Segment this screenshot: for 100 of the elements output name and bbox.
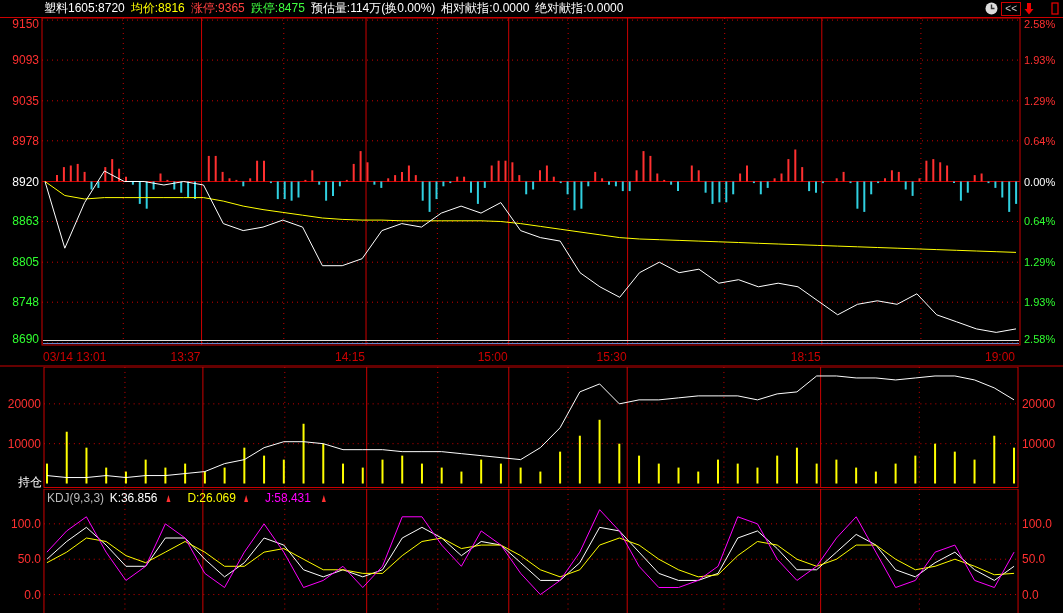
volume-bar — [440, 467, 443, 484]
volume-bar — [736, 463, 739, 484]
volume-axis-label: 10000 — [1022, 436, 1056, 451]
volume-bar — [835, 459, 838, 484]
kdj-axis-label: 100.0 — [1022, 516, 1052, 531]
indicator-value: K:36.856 — [109, 490, 158, 505]
quote-field: 预估量:114万(换0.00%) — [310, 0, 436, 17]
volume-bar — [618, 443, 621, 484]
volume-bar — [361, 467, 364, 484]
quote-field: 涨停:9365 — [190, 0, 245, 17]
volume-bar — [460, 471, 463, 484]
volume-bar — [243, 447, 246, 484]
holding-label: 持仓 — [18, 474, 43, 489]
indicator-value: J:58.431 — [265, 490, 311, 505]
volume-axis-label: 20000 — [1022, 396, 1056, 411]
volume-bar — [578, 435, 581, 484]
percent-axis-label: 0.64% — [1024, 215, 1056, 228]
price-axis-label: 8748 — [12, 295, 39, 310]
volume-bar — [420, 463, 423, 484]
percent-axis-label: 1.93% — [1024, 296, 1056, 309]
time-label: 19:00 — [984, 350, 1015, 364]
volume-bar — [756, 467, 759, 484]
volume-bar — [223, 467, 226, 484]
volume-bar — [480, 459, 483, 484]
volume-bar — [815, 463, 818, 484]
volume-bar — [184, 463, 187, 484]
time-label: 15:00 — [477, 350, 508, 364]
kdj-axis-label: 50.0 — [1022, 551, 1046, 566]
indicator-value: D:26.069 — [187, 490, 236, 505]
volume-bar — [559, 451, 562, 484]
volume-bar — [85, 447, 88, 484]
volume-bar — [598, 419, 601, 484]
time-label: 14:15 — [335, 350, 365, 364]
price-axis-label: 9150 — [12, 18, 39, 32]
quote-field: 相对献指:0.0000 — [441, 0, 530, 17]
volume-bar — [539, 471, 542, 484]
quote-field: 跌停:8475 — [250, 0, 305, 17]
volume-bar — [776, 455, 779, 484]
panel-toggle-icon[interactable] — [1051, 2, 1059, 15]
kdj-axis-label: 0.0 — [1022, 587, 1039, 602]
volume-bar — [519, 467, 522, 484]
volume-bar — [401, 455, 404, 484]
quote-field: 均价:8816 — [130, 0, 185, 17]
percent-axis-label: 1.93% — [1024, 54, 1056, 67]
volume-axis-label: 10000 — [7, 436, 41, 451]
quote-field: 绝对献指:0.0000 — [535, 0, 624, 17]
price-axis-label: 8805 — [12, 255, 39, 270]
volume-bar — [322, 443, 325, 484]
volume-bar — [499, 463, 502, 484]
percent-axis-label: 2.58% — [1024, 18, 1056, 31]
percent-axis-label: 0.64% — [1024, 134, 1056, 147]
volume-bar — [795, 447, 798, 484]
up-arrow-icon — [166, 494, 171, 502]
volume-bar — [203, 471, 206, 484]
indicator-title: KDJ(9,3,3) — [46, 490, 104, 505]
volume-bar — [657, 463, 660, 484]
volume-bar — [263, 455, 266, 484]
volume-bar — [855, 467, 858, 484]
down-arrow-icon[interactable] — [1024, 2, 1034, 15]
volume-bar — [282, 459, 285, 484]
percent-axis-label: 0.00% — [1024, 175, 1056, 188]
volume-bar — [302, 423, 305, 484]
volume-bar — [894, 463, 897, 484]
time-label: 18:15 — [790, 350, 821, 364]
volume-bar — [953, 451, 956, 484]
clock-icon[interactable] — [985, 2, 999, 15]
up-arrow-icon — [321, 494, 326, 502]
percent-axis-label: 1.29% — [1024, 94, 1056, 107]
volume-bar — [65, 431, 68, 484]
quote-field: 塑料1605:8720 — [44, 0, 125, 17]
price-axis-label: 9035 — [12, 93, 39, 108]
price-axis-label: 8690 — [12, 331, 39, 346]
volume-bar — [914, 455, 917, 484]
price-axis-label: 8920 — [12, 174, 39, 189]
price-axis-label: 9093 — [12, 53, 39, 68]
volume-bar — [934, 443, 937, 484]
price-axis-label: 8978 — [12, 133, 39, 148]
volume-bar — [638, 455, 641, 484]
volume-bar — [973, 459, 976, 484]
volume-bar — [144, 459, 147, 484]
up-arrow-icon — [244, 494, 249, 502]
time-label: 13:37 — [170, 350, 201, 364]
volume-bar — [105, 467, 108, 484]
percent-axis-label: 1.29% — [1024, 256, 1056, 269]
kdj-axis-label: 100.0 — [11, 516, 41, 531]
kdj-axis-label: 50.0 — [17, 551, 41, 566]
percent-axis-label: 2.58% — [1024, 332, 1056, 345]
volume-axis-label: 20000 — [7, 396, 41, 411]
volume-bar — [164, 467, 167, 484]
volume-bar — [874, 471, 877, 484]
volume-bar — [677, 467, 680, 484]
price-axis-label: 8863 — [12, 214, 39, 229]
volume-bar — [381, 459, 384, 484]
time-label: 15:30 — [596, 350, 627, 364]
volume-bar — [124, 471, 127, 484]
volume-bar — [697, 471, 700, 484]
volume-bar — [993, 435, 996, 484]
time-label: 03/14 13:01 — [43, 350, 107, 364]
kdj-axis-label: 0.0 — [24, 587, 41, 602]
collapse-button[interactable]: << — [1001, 1, 1021, 16]
